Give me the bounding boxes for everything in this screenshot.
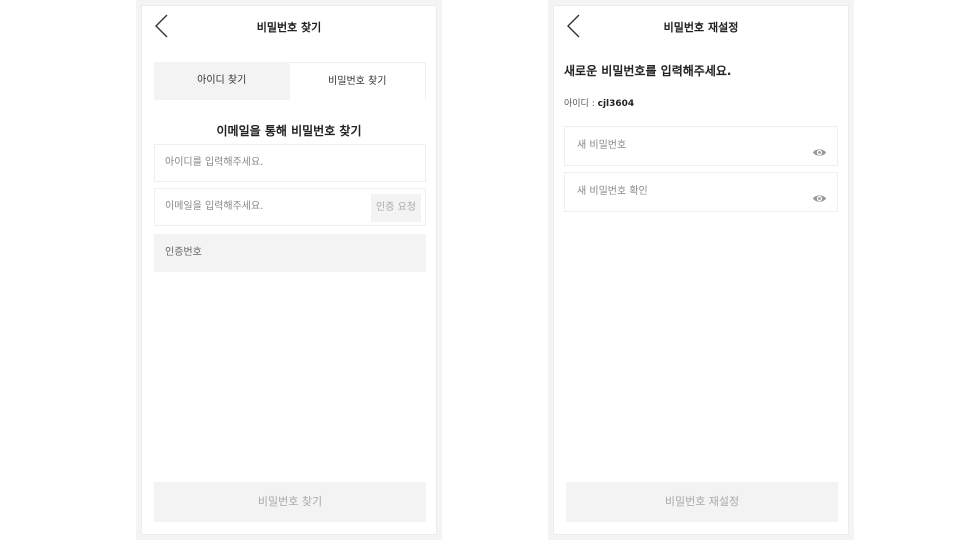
confirm-password-placeholder: 새 비밀번호 확인 [577,186,648,197]
reset-password-screen: 비밀번호 재설정 새로운 비밀번호를 입력해주세요. 아이디 : cjl3604… [554,6,848,534]
tab-bar: 아이디 찾기 비밀번호 찾기 [154,62,426,100]
new-password-placeholder: 새 비밀번호 [577,140,627,151]
find-password-button[interactable]: 비밀번호 찾기 [154,482,426,522]
user-id-value: cjl3604 [597,99,635,109]
user-id-label: 아이디 : [564,99,598,109]
verification-code-input[interactable]: 인증번호 [154,234,426,272]
confirm-password-input[interactable]: 새 비밀번호 확인 [564,172,838,212]
eye-icon[interactable] [812,185,827,202]
tab-find-password[interactable]: 비밀번호 찾기 [289,62,426,100]
eye-icon[interactable] [812,139,827,156]
find-password-screen: 비밀번호 찾기 아이디 찾기 비밀번호 찾기 이메일을 통해 비밀번호 찾기 아… [142,6,436,534]
email-input[interactable]: 이메일을 입력해주세요. 인증 요청 [154,188,426,226]
user-id-line: 아이디 : cjl3604 [564,96,634,109]
code-placeholder: 인증번호 [165,247,202,258]
page-title: 비밀번호 찾기 [256,21,322,34]
reset-prompt: 새로운 비밀번호를 입력해주세요. [564,64,732,78]
id-input[interactable]: 아이디를 입력해주세요. [154,144,426,182]
page-title: 비밀번호 재설정 [663,21,739,34]
request-code-button[interactable]: 인증 요청 [371,194,421,222]
reset-password-panel: 비밀번호 재설정 새로운 비밀번호를 입력해주세요. 아이디 : cjl3604… [548,0,854,540]
new-password-input[interactable]: 새 비밀번호 [564,126,838,166]
id-placeholder: 아이디를 입력해주세요. [165,157,264,168]
tab-find-id[interactable]: 아이디 찾기 [154,62,290,100]
header: 비밀번호 재설정 [554,6,848,46]
reset-password-button[interactable]: 비밀번호 재설정 [566,482,838,522]
header: 비밀번호 찾기 [142,6,436,46]
find-password-panel: 비밀번호 찾기 아이디 찾기 비밀번호 찾기 이메일을 통해 비밀번호 찾기 아… [136,0,442,540]
email-placeholder: 이메일을 입력해주세요. [165,201,264,212]
section-title: 이메일을 통해 비밀번호 찾기 [216,124,362,138]
